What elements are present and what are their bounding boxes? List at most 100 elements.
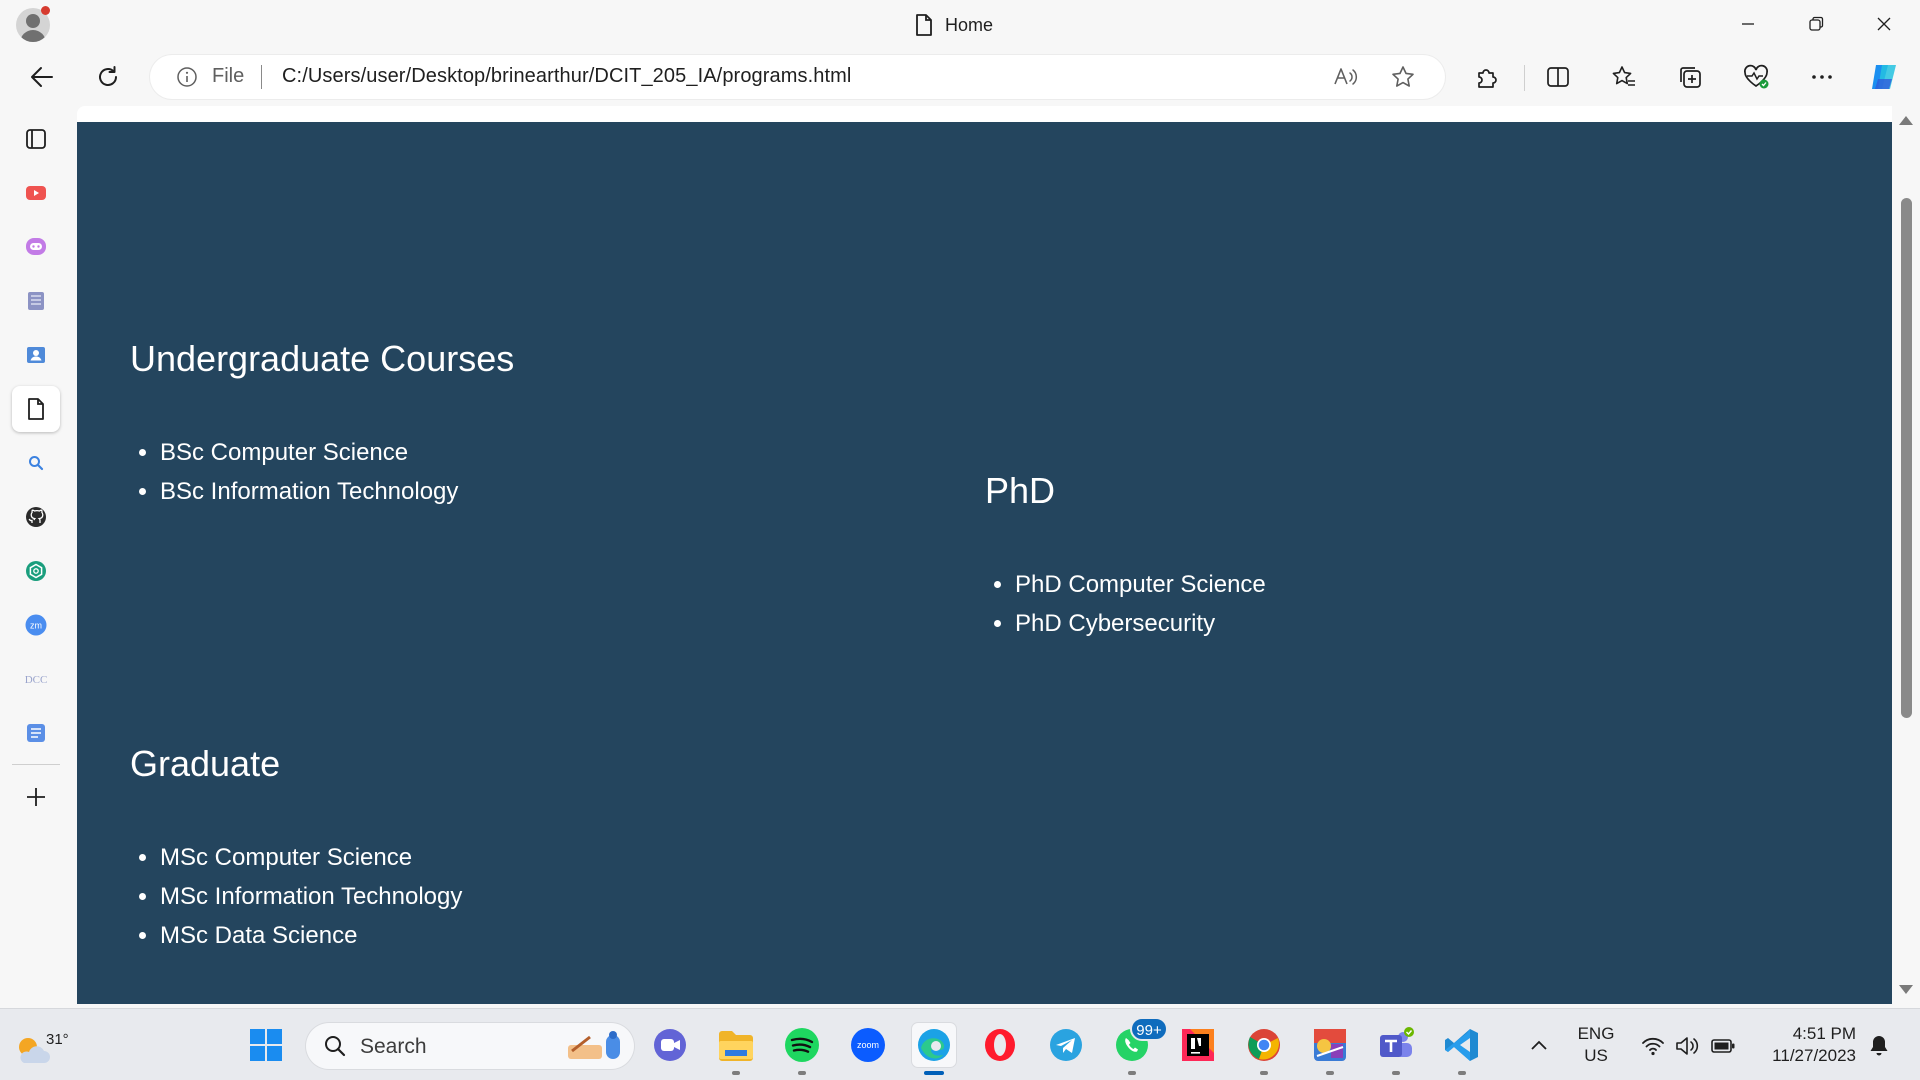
undergraduate-list: BSc Computer Science BSc Information Tec…: [130, 433, 514, 511]
github-icon: [26, 507, 46, 527]
split-screen-button[interactable]: [1536, 55, 1580, 99]
minimize-icon: [1742, 23, 1754, 25]
scroll-up-arrow-icon[interactable]: [1899, 116, 1913, 125]
language-code: ENG: [1577, 1024, 1615, 1043]
read-aloud-icon[interactable]: [1332, 64, 1358, 90]
sidebar-item-university[interactable]: [12, 278, 60, 324]
taskbar-opera[interactable]: [978, 1023, 1022, 1067]
volume-icon[interactable]: [1674, 1033, 1700, 1059]
list-item: BSc Information Technology: [160, 472, 514, 511]
list-item: MSc Information Technology: [160, 877, 462, 916]
list-item: PhD Computer Science: [1015, 565, 1266, 604]
more-dots-icon: [1812, 75, 1832, 79]
extensions-button[interactable]: [1465, 55, 1509, 99]
collections-button[interactable]: [1668, 55, 1712, 99]
graduate-list: MSc Computer Science MSc Information Tec…: [130, 838, 462, 955]
collections-icon: [1680, 67, 1701, 88]
sidebar-item-tabs[interactable]: [12, 116, 60, 162]
sidebar-item-zoom[interactable]: zm: [12, 602, 60, 648]
chrome-icon: [1248, 1029, 1280, 1061]
document-icon: [28, 398, 44, 420]
copilot-icon: [1872, 65, 1896, 89]
taskbar-teams[interactable]: [1374, 1023, 1418, 1075]
windows-taskbar: 31° Search zoom 99+ ENG US 4:51 PM 11/27…: [0, 1008, 1920, 1080]
teams-icon: [1380, 1027, 1414, 1057]
notes-icon: [27, 724, 45, 742]
clock[interactable]: 4:51 PM 11/27/2023: [1756, 1023, 1856, 1067]
sidebar-item-github[interactable]: [12, 494, 60, 540]
notification-bell-icon[interactable]: [1866, 1033, 1892, 1059]
taskbar-whatsapp[interactable]: 99+: [1110, 1017, 1168, 1075]
more-options-button[interactable]: [1800, 55, 1844, 99]
minimize-button[interactable]: [1714, 0, 1782, 48]
close-button[interactable]: [1850, 0, 1918, 48]
restore-button[interactable]: [1782, 0, 1850, 48]
battery-icon[interactable]: [1710, 1033, 1736, 1059]
back-button[interactable]: [20, 55, 64, 99]
url-text[interactable]: C:/Users/user/Desktop/brinearthur/DCIT_2…: [282, 65, 851, 88]
sidebar-item-contact[interactable]: [12, 332, 60, 378]
sidebar-item-document[interactable]: [12, 386, 60, 432]
notification-badge: 99+: [1130, 1017, 1168, 1041]
taskbar-spotify[interactable]: [780, 1023, 824, 1075]
weather-widget[interactable]: 31°: [12, 1019, 69, 1071]
running-indicator: [732, 1071, 740, 1075]
keyboard-region: US: [1584, 1046, 1608, 1065]
sidebar-item-chat[interactable]: [12, 224, 60, 270]
page-scrollbar[interactable]: [1892, 106, 1920, 1004]
list-item: PhD Cybersecurity: [1015, 604, 1266, 643]
taskbar-chrome[interactable]: [1242, 1023, 1286, 1075]
video-call-icon: [654, 1029, 686, 1061]
sidebar-item-dcc[interactable]: DCC: [12, 656, 60, 702]
taskbar-telegram[interactable]: [1044, 1023, 1088, 1067]
sidebar-item-search[interactable]: [12, 440, 60, 486]
running-indicator: [798, 1071, 806, 1075]
taskbar-meet-app[interactable]: [648, 1023, 692, 1067]
clock-time: 4:51 PM: [1792, 1024, 1856, 1043]
search-highlight-icon: [568, 1031, 620, 1059]
dcc-icon: DCC: [25, 674, 48, 686]
language-indicator[interactable]: ENG US: [1576, 1023, 1616, 1067]
taskbar-file-explorer[interactable]: [714, 1023, 758, 1075]
telegram-icon: [1050, 1029, 1082, 1061]
zoom-icon: zm: [25, 614, 47, 636]
address-bar[interactable]: File C:/Users/user/Desktop/brinearthur/D…: [150, 55, 1445, 99]
window-title: Home: [915, 11, 993, 39]
taskbar-game[interactable]: [1308, 1023, 1352, 1075]
profile-notification-dot: [41, 6, 50, 15]
taskbar-vscode[interactable]: [1440, 1023, 1484, 1075]
folder-icon: [719, 1031, 753, 1061]
edge-sidebar: zm DCC: [0, 104, 71, 1008]
chevron-up-icon[interactable]: [1526, 1033, 1552, 1059]
browser-essentials-button[interactable]: [1734, 55, 1778, 99]
undergraduate-heading: Undergraduate Courses: [130, 338, 515, 379]
start-button[interactable]: [244, 1023, 288, 1067]
taskbar-intellij[interactable]: [1176, 1023, 1220, 1067]
sidebar-item-chatgpt[interactable]: [12, 548, 60, 594]
graduate-heading: Graduate: [130, 743, 281, 784]
copilot-button[interactable]: [1862, 55, 1906, 99]
favorites-icon: [1612, 66, 1635, 86]
sidebar-item-notes[interactable]: [12, 710, 60, 756]
sidebar-add-button[interactable]: [12, 774, 60, 820]
page-icon: [916, 14, 932, 36]
taskbar-zoom[interactable]: zoom: [846, 1023, 890, 1067]
running-indicator: [1458, 1071, 1466, 1075]
favorites-button[interactable]: [1602, 55, 1646, 99]
phd-heading: PhD: [985, 470, 1056, 511]
running-indicator: [1326, 1071, 1334, 1075]
scroll-down-arrow-icon[interactable]: [1899, 985, 1913, 994]
heart-pulse-icon: [1744, 64, 1769, 89]
scroll-thumb[interactable]: [1901, 198, 1912, 718]
sidebar-item-youtube[interactable]: [12, 170, 60, 216]
taskbar-search[interactable]: Search: [306, 1023, 634, 1069]
chat-icon: [26, 238, 46, 255]
spotify-icon: [785, 1028, 819, 1062]
refresh-button[interactable]: [86, 55, 130, 99]
phd-section: PhD PhD Computer Science PhD Cybersecuri…: [985, 469, 1266, 643]
zoom-icon: zoom: [851, 1028, 885, 1062]
taskbar-edge[interactable]: [912, 1023, 956, 1075]
favorite-star-icon[interactable]: [1390, 64, 1416, 90]
wifi-icon[interactable]: [1640, 1033, 1666, 1059]
info-icon[interactable]: [176, 66, 198, 88]
